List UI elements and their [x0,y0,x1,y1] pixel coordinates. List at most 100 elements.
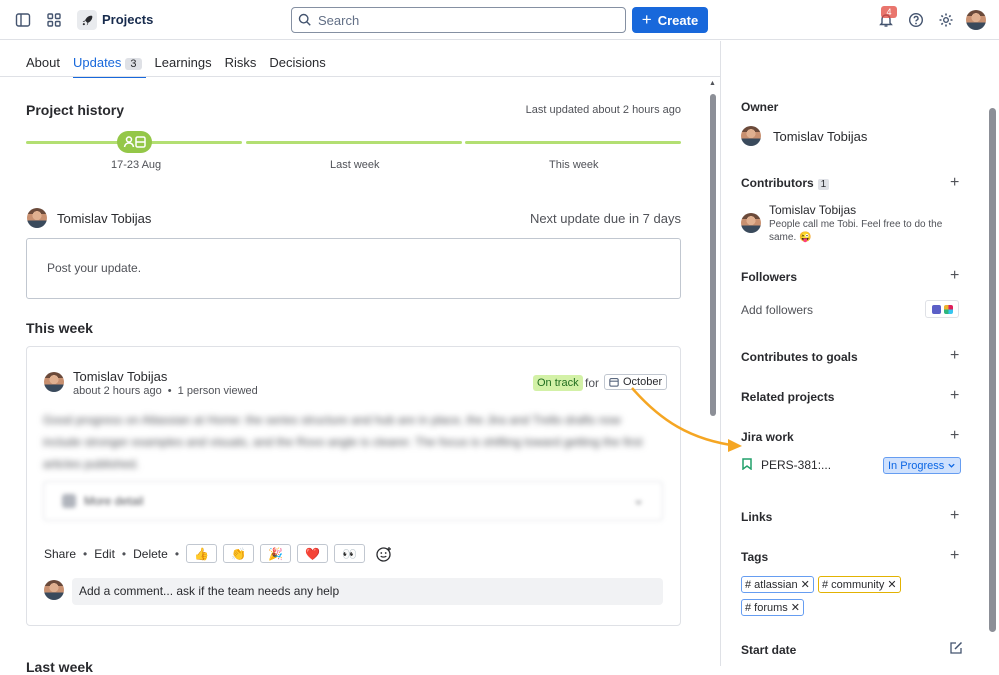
timeline-label-1: 17-23 Aug [111,159,162,171]
tag-label: # forums [745,601,788,614]
tag-label: # atlassian [745,578,798,591]
rocket-icon[interactable] [77,10,97,30]
sidebar-toggle-icon[interactable] [13,10,33,30]
tag-forums[interactable]: # forums ✕ [741,599,805,616]
chevron-down-icon [948,463,955,468]
profile-avatar[interactable] [966,10,986,30]
help-icon[interactable] [906,10,926,30]
teams-icon [931,304,941,314]
next-update-due: Next update due in 7 days [529,211,681,226]
start-date-title: Start date [741,643,797,657]
reaction-clap[interactable]: 👏 [223,544,255,563]
add-contributor-icon[interactable]: + [950,175,959,191]
owner-name[interactable]: Tomislav Tobijas [773,129,867,144]
commenter-avatar [44,580,64,600]
owner-avatar[interactable] [741,126,761,146]
tag-label: # community [822,578,885,591]
links-title: Links [741,510,773,524]
add-goal-icon[interactable]: + [950,348,959,364]
update-author-avatar[interactable] [44,372,64,392]
tag-atlassian[interactable]: # atlassian ✕ [741,576,814,593]
composer-author: Tomislav Tobijas [57,211,152,226]
update-viewed[interactable]: 1 person viewed [178,385,258,397]
search-box[interactable] [291,7,626,33]
timeline-segment-2[interactable] [246,141,462,144]
target-date: October [623,376,663,388]
post-update-box[interactable] [26,238,681,299]
project-tabs: About Updates 3 Learnings Risks Decisions [26,55,339,78]
bookmark-icon [742,458,752,473]
tags-title: Tags [741,550,769,564]
close-icon[interactable]: ✕ [887,578,896,591]
create-button[interactable]: + Create [632,7,708,33]
close-icon[interactable]: ✕ [791,601,800,614]
timeline-label-3: This week [549,159,599,171]
more-detail-label: More detail [84,494,144,508]
teams-slack-icons[interactable] [925,300,959,318]
reaction-eyes[interactable]: 👀 [334,544,366,563]
timeline-update-marker[interactable] [117,131,152,153]
sidebar-divider [720,41,721,666]
add-jira-work-icon[interactable]: + [950,428,959,444]
tag-community[interactable]: # community ✕ [818,576,901,593]
search-icon [298,13,311,26]
jira-status-dropdown[interactable]: In Progress [883,457,962,474]
tab-risks[interactable]: Risks [225,55,257,76]
this-week-title: This week [26,320,93,336]
add-link-icon[interactable]: + [950,508,959,524]
tabs-divider [0,76,720,77]
add-followers-link[interactable]: Add followers [741,303,813,317]
last-updated-text: Last updated about 2 hours ago [525,104,681,116]
tab-updates[interactable]: Updates 3 [72,55,146,78]
tab-learnings[interactable]: Learnings [155,55,212,76]
main-scrollbar[interactable]: ▲ [709,80,717,666]
plus-icon: + [641,10,652,29]
update-meta: about 2 hours ago • 1 person viewed [73,385,258,397]
search-input[interactable] [318,12,608,28]
goals-title: Contributes to goals [741,350,858,364]
add-tag-icon[interactable]: + [950,548,959,564]
tab-decisions[interactable]: Decisions [269,55,325,76]
add-follower-icon[interactable]: + [950,268,959,284]
reaction-thumbs-up[interactable]: 👍 [186,544,218,563]
add-related-project-icon[interactable]: + [950,388,959,404]
contributor-avatar[interactable] [741,213,761,233]
contributors-title: Contributors 1 [741,176,830,190]
add-reaction-icon[interactable] [375,545,393,563]
update-body: Good progress on Atlassian at Home: the … [43,413,643,471]
more-detail-expander[interactable]: More detail ⌄ [43,481,663,521]
update-author[interactable]: Tomislav Tobijas [73,369,167,384]
for-label: for [585,376,600,390]
tab-about[interactable]: About [26,55,60,76]
edit-icon[interactable] [949,641,963,658]
post-update-input[interactable] [47,261,647,275]
sidebar-scrollbar[interactable] [988,42,998,666]
jira-work-title: Jira work [741,430,794,444]
create-label: Create [657,12,699,28]
delete-action[interactable]: Delete [133,547,168,561]
timeline-segment-3[interactable] [465,141,681,144]
app-switcher-icon[interactable] [44,10,64,30]
share-action[interactable]: Share [44,547,76,561]
scroll-up-arrow-icon[interactable]: ▲ [709,80,716,87]
contributor-name[interactable]: Tomislav Tobijas [769,203,856,217]
owner-title: Owner [741,100,779,114]
reaction-heart[interactable]: ❤️ [297,544,329,563]
gear-icon[interactable] [936,10,956,30]
comment-box[interactable] [72,578,663,605]
reaction-party[interactable]: 🎉 [260,544,292,563]
target-date-chip[interactable]: October [604,374,668,390]
contributor-bio: People call me Tobi. Feel free to do the… [769,219,943,243]
jira-status-label: In Progress [888,459,945,472]
edit-action[interactable]: Edit [94,547,115,561]
contributors-count: 1 [817,179,830,190]
jira-item-key[interactable]: PERS-381:... [761,458,831,472]
updates-count-badge: 3 [125,58,142,70]
update-marker-icon [123,136,146,148]
app-title[interactable]: Projects [102,12,153,27]
project-history-title: Project history [26,102,125,118]
comment-input[interactable] [79,584,639,598]
main-scrollbar-thumb[interactable] [710,94,716,416]
sidebar-scrollbar-thumb[interactable] [989,108,996,632]
close-icon[interactable]: ✕ [801,578,810,591]
